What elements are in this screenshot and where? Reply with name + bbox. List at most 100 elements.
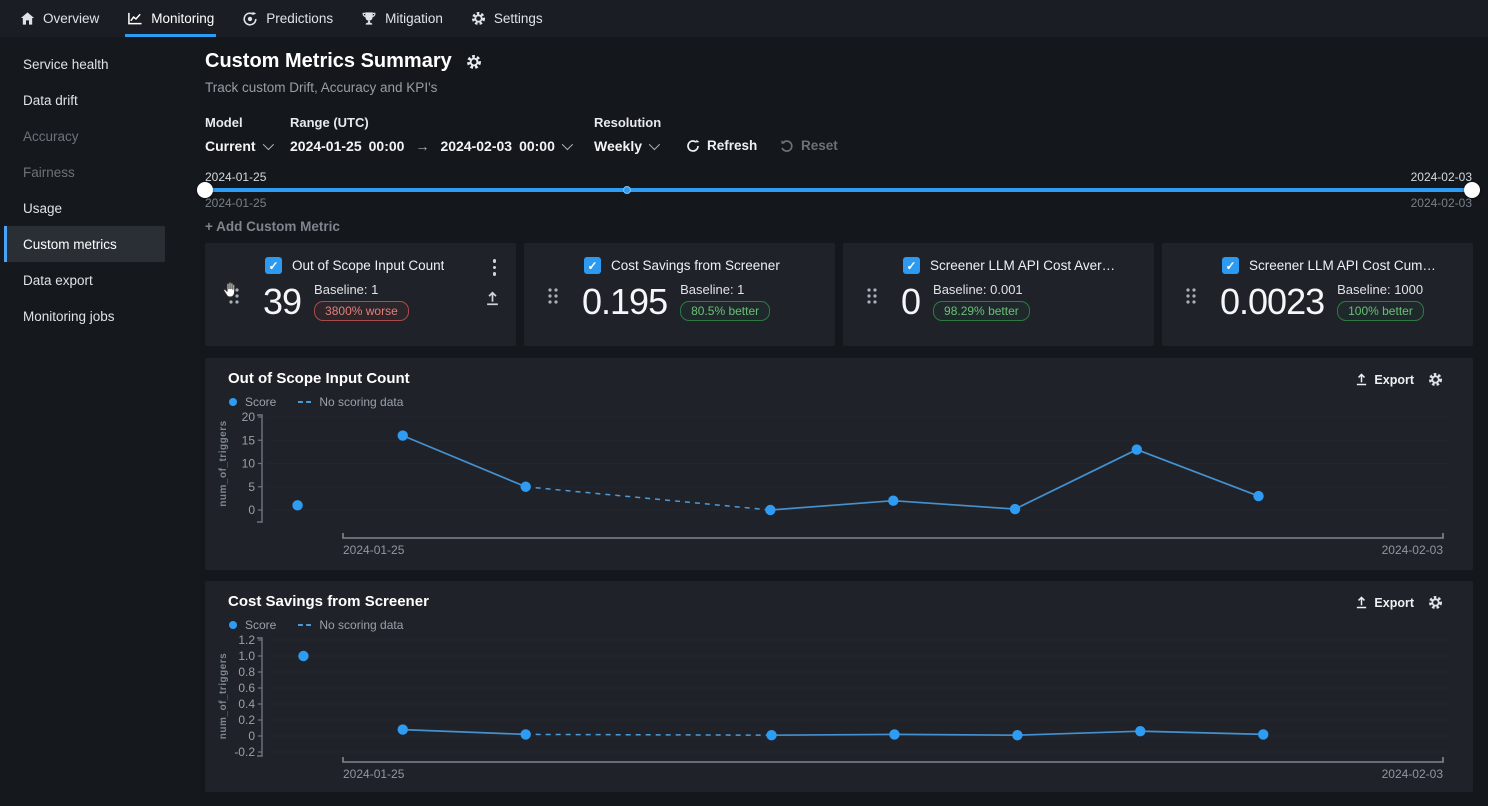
metric-value: 39 [263, 279, 301, 324]
trophy-icon [361, 11, 377, 26]
metric-cards-row: ✓ Out of Scope Input Count 39 Baseline: … [205, 243, 1473, 346]
metric-card-title: Out of Scope Input Count [292, 258, 444, 273]
drag-handle-icon[interactable] [866, 287, 878, 305]
nav-item-overview[interactable]: Overview [6, 0, 113, 37]
metric-baseline: Baseline: 0.001 [933, 282, 1030, 297]
nav-item-monitoring[interactable]: Monitoring [113, 0, 228, 37]
predictions-icon [242, 11, 258, 27]
comparison-badge: 80.5% better [680, 301, 770, 321]
comparison-badge: 98.29% better [933, 301, 1030, 321]
range-picker[interactable]: 2024-01-25 00:00 → 2024-02-03 00:00 [290, 138, 570, 154]
svg-text:num_of_triggers: num_of_triggers [218, 653, 229, 739]
drag-handle-icon[interactable] [1185, 287, 1197, 305]
metric-checkbox[interactable]: ✓ [1222, 257, 1239, 274]
model-label: Model [205, 115, 243, 130]
svg-text:0.8: 0.8 [238, 665, 255, 679]
slider-end-sublabel: 2024-02-03 [1411, 196, 1472, 210]
sidebar-item-data-export[interactable]: Data export [4, 262, 165, 298]
svg-text:1.2: 1.2 [238, 633, 255, 647]
chart-settings-gear-icon[interactable] [1428, 595, 1443, 610]
metric-export-icon[interactable] [485, 291, 500, 311]
svg-text:2024-01-25: 2024-01-25 [343, 543, 405, 557]
metric-checkbox[interactable]: ✓ [903, 257, 920, 274]
svg-text:0.2: 0.2 [238, 713, 255, 727]
svg-text:20: 20 [242, 410, 256, 424]
legend-score-label: Score [245, 618, 276, 632]
metric-checkbox[interactable]: ✓ [584, 257, 601, 274]
svg-text:2024-02-03: 2024-02-03 [1382, 767, 1444, 781]
svg-text:0.6: 0.6 [238, 681, 255, 695]
slider-end-label: 2024-02-03 [1411, 170, 1472, 184]
svg-text:5: 5 [248, 480, 255, 494]
sidebar-item-fairness[interactable]: Fairness [4, 154, 165, 190]
svg-text:-0.2: -0.2 [234, 745, 255, 759]
refresh-button[interactable]: Refresh [686, 138, 757, 153]
chart-line-icon [127, 11, 143, 26]
metric-menu-icon[interactable] [493, 259, 497, 276]
score-legend-dot [229, 621, 237, 629]
model-select[interactable]: Current [205, 138, 271, 154]
slider-midpoint-marker [623, 186, 631, 194]
svg-text:num_of_triggers: num_of_triggers [218, 420, 229, 506]
date-range-slider[interactable] [205, 188, 1472, 192]
metric-baseline: Baseline: 1 [680, 282, 770, 297]
export-icon [1355, 596, 1368, 609]
sidebar-item-custom-metrics[interactable]: Custom metrics [4, 226, 165, 262]
chevron-down-icon [562, 139, 573, 150]
export-button[interactable]: Export [1355, 596, 1414, 610]
top-nav: Overview Monitoring Predictions Mitigati… [0, 0, 1488, 37]
chart-settings-gear-icon[interactable] [1428, 372, 1443, 387]
range-arrow-icon: → [411, 138, 433, 154]
svg-text:15: 15 [242, 433, 256, 447]
metric-baseline: Baseline: 1 [314, 282, 409, 297]
metric-checkbox[interactable]: ✓ [265, 257, 282, 274]
drag-handle-icon[interactable] [228, 287, 240, 305]
refresh-icon [686, 139, 700, 153]
sidebar-item-accuracy[interactable]: Accuracy [4, 118, 165, 154]
chevron-down-icon [262, 139, 273, 150]
svg-text:2024-02-03: 2024-02-03 [1382, 543, 1444, 557]
sidebar-item-service-health[interactable]: Service health [4, 46, 165, 82]
sidebar-item-usage[interactable]: Usage [4, 190, 165, 226]
line-chart-plot[interactable]: 1.2 1.0 0.8 0.6 0.4 0.2 0 -0.2 num_of_triggers 20… [218, 633, 1458, 787]
nav-item-predictions[interactable]: Predictions [228, 0, 347, 37]
nav-item-mitigation[interactable]: Mitigation [347, 0, 457, 37]
range-label: Range (UTC) [290, 115, 369, 130]
metric-card-title: Screener LLM API Cost Cum… [1249, 258, 1436, 273]
page-title: Custom Metrics Summary [205, 50, 452, 73]
sidebar: Service health Data drift Accuracy Fairn… [0, 37, 200, 806]
nav-item-settings[interactable]: Settings [457, 0, 557, 37]
legend-no-data-label: No scoring data [319, 618, 403, 632]
sidebar-item-monitoring-jobs[interactable]: Monitoring jobs [4, 298, 165, 334]
drag-handle-icon[interactable] [547, 287, 559, 305]
no-data-legend-dash [298, 401, 311, 403]
comparison-badge: 100% better [1337, 301, 1424, 321]
chart-card-out-of-scope-input-count: Out of Scope Input Count Export Score No… [205, 358, 1473, 570]
svg-text:1.0: 1.0 [238, 649, 255, 663]
metric-card-screener-llm-api-cost-cum: ✓ Screener LLM API Cost Cum… 0.0023 Base… [1162, 243, 1473, 346]
chart-title: Cost Savings from Screener [228, 593, 429, 610]
legend-score-label: Score [245, 395, 276, 409]
svg-text:0: 0 [248, 729, 255, 743]
metric-card-cost-savings-from-screener: ✓ Cost Savings from Screener 0.195 Basel… [524, 243, 835, 346]
export-button[interactable]: Export [1355, 373, 1414, 387]
summary-settings-gear-icon[interactable] [466, 54, 482, 70]
resolution-select[interactable]: Weekly [594, 138, 657, 154]
home-icon [20, 11, 35, 26]
reset-button[interactable]: Reset [780, 138, 838, 153]
metric-card-title: Cost Savings from Screener [611, 258, 780, 273]
svg-text:2024-01-25: 2024-01-25 [343, 767, 405, 781]
score-legend-dot [229, 398, 237, 406]
metric-value: 0.0023 [1220, 279, 1324, 324]
metric-value: 0 [901, 279, 920, 324]
slider-start-label: 2024-01-25 [205, 170, 266, 184]
svg-text:0.4: 0.4 [238, 697, 255, 711]
slider-start-sublabel: 2024-01-25 [205, 196, 266, 210]
comparison-badge: 3800% worse [314, 301, 409, 321]
line-chart-plot[interactable]: 20151050num_of_triggers2024-01-252024-02… [218, 410, 1458, 564]
sidebar-item-data-drift[interactable]: Data drift [4, 82, 165, 118]
gear-icon [471, 11, 486, 26]
chart-card-cost-savings-from-screener: Cost Savings from Screener Export Score … [205, 581, 1473, 792]
add-custom-metric-button[interactable]: + Add Custom Metric [205, 219, 340, 234]
main-content: Custom Metrics Summary Track custom Drif… [200, 37, 1488, 806]
